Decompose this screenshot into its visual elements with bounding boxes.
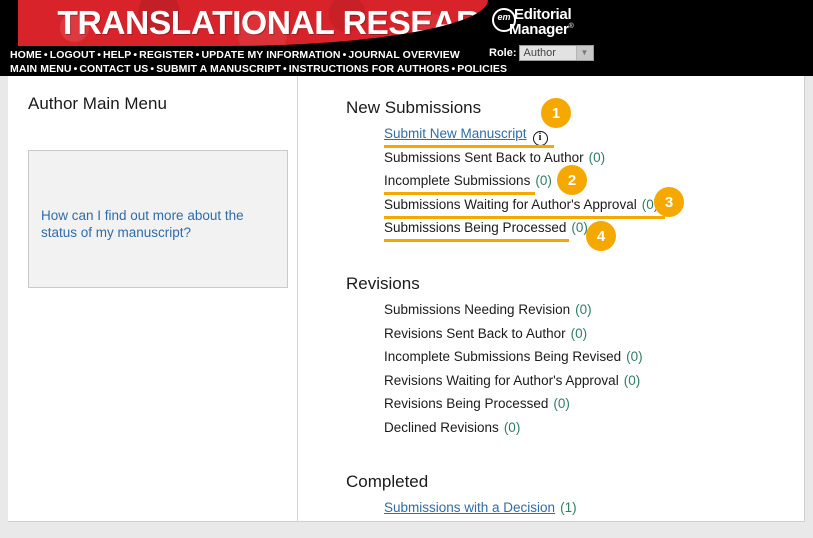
row-label: Revisions Being Processed — [384, 396, 549, 411]
submission-row-submissions-waiting-for-author-s-approval: Submissions Waiting for Author's Approva… — [384, 197, 658, 212]
row-count: (0) — [588, 149, 606, 165]
row-label: Submissions Needing Revision — [384, 302, 571, 317]
submission-row-submissions-sent-back-to-author: Submissions Sent Back to Author (0) — [384, 150, 605, 165]
row-count: (0) — [535, 173, 552, 188]
manuscript-status-help-link[interactable]: How can I find out more about the status… — [41, 207, 277, 241]
main-navigation: HOME • LOGOUT • HELP • REGISTER • UPDATE MY INFO… — [10, 48, 510, 76]
section-heading-completed: Completed — [346, 472, 429, 491]
nav-separator: • — [282, 63, 287, 75]
row-label: Submissions Sent Back to Author — [384, 149, 584, 165]
help-panel: How can I find out more about the status… — [28, 150, 288, 288]
row-label: Revisions Waiting for Author's Approval — [384, 372, 619, 388]
submission-row-revisions-being-processed: Revisions Being Processed (0) — [384, 396, 570, 411]
site-header: TRANSLATIONAL RESEARCH em Editorial Mana… — [0, 0, 813, 76]
submission-row-declined-revisions: Declined Revisions (0) — [384, 420, 520, 435]
annotation-underline — [384, 215, 665, 219]
nav-link-home[interactable]: HOME — [10, 49, 42, 61]
nav-row-secondary: MAIN MENU • CONTACT US • SUBMIT A MANUSCRIPT… — [10, 62, 510, 76]
screenshot-root: TRANSLATIONAL RESEARCH em Editorial Mana… — [0, 0, 813, 538]
nav-link-help[interactable]: HELP — [103, 49, 131, 61]
row-label[interactable]: Submit New Manuscript — [384, 126, 527, 141]
annotation-underline — [384, 145, 554, 148]
row-label: Submissions Waiting for Author's Approva… — [384, 196, 637, 212]
editorial-manager-logo: em Editorial Manager® — [492, 6, 602, 46]
nav-link-contact-us[interactable]: CONTACT US — [79, 63, 148, 75]
nav-separator: • — [97, 49, 101, 61]
row-count: (0) — [503, 419, 521, 435]
page-title: Author Main Menu — [28, 94, 167, 113]
submission-row-revisions-waiting-for-author-s-approval: Revisions Waiting for Author's Approval(… — [384, 373, 640, 388]
nav-link-main-menu[interactable]: MAIN MENU — [10, 63, 72, 75]
journal-title: TRANSLATIONAL RESEARCH — [57, 4, 488, 41]
submission-row-submissions-being-processed: Submissions Being Processed (0) — [384, 220, 588, 235]
submission-row-incomplete-submissions: Incomplete Submissions (0) — [384, 173, 552, 188]
callout-badge-4: 4 — [586, 221, 616, 251]
row-count: (0) — [575, 302, 592, 317]
nav-row-primary: HOME • LOGOUT • HELP • REGISTER • UPDATE MY INFO… — [10, 48, 510, 62]
submission-row-submit-new-manuscript[interactable]: Submit New Manuscript i — [384, 126, 548, 146]
submission-row-submissions-with-a-decision[interactable]: Submissions with a Decision (1) — [384, 500, 577, 515]
em-logo-line2-text: Manager — [509, 21, 569, 38]
nav-separator: • — [133, 49, 138, 61]
row-label: Revisions Sent Back to Author — [384, 325, 566, 341]
annotation-underline — [384, 192, 535, 195]
row-count: (0) — [553, 396, 570, 411]
chevron-down-icon[interactable]: ▼ — [577, 46, 593, 60]
nav-link-policies[interactable]: POLICIES — [457, 63, 507, 75]
row-count: (0) — [570, 325, 588, 341]
nav-link-instructions-for-authors[interactable]: INSTRUCTIONS FOR AUTHORS — [289, 63, 450, 75]
info-icon[interactable]: i — [532, 131, 548, 146]
row-count: (1) — [560, 500, 577, 515]
nav-link-update-my-information[interactable]: UPDATE MY INFORMATION — [201, 49, 340, 61]
journal-banner: TRANSLATIONAL RESEARCH — [18, 0, 488, 46]
row-count: (0) — [626, 349, 643, 364]
submission-row-revisions-sent-back-to-author: Revisions Sent Back to Author (0) — [384, 326, 587, 341]
submission-row-submissions-needing-revision: Submissions Needing Revision (0) — [384, 302, 592, 317]
row-count: (0) — [623, 372, 641, 388]
nav-link-journal-overview[interactable]: JOURNAL OVERVIEW — [348, 49, 459, 61]
row-label: Incomplete Submissions Being Revised — [384, 349, 622, 364]
nav-link-register[interactable]: REGISTER — [139, 49, 193, 61]
row-label: Declined Revisions — [384, 419, 499, 435]
sidebar: Author Main Menu How can I find out more… — [8, 76, 297, 522]
submission-row-incomplete-submissions-being-revised: Incomplete Submissions Being Revised (0) — [384, 349, 643, 364]
submissions-area: New Submissions Submit New Manuscript i Sub… — [298, 76, 805, 522]
row-label: Submissions Being Processed — [384, 220, 567, 235]
row-label: Incomplete Submissions — [384, 173, 531, 188]
role-dropdown[interactable]: Author ▼ — [518, 45, 594, 61]
em-registered-mark: ® — [568, 23, 574, 30]
role-selected-value: Author — [519, 46, 577, 60]
nav-separator: • — [43, 49, 48, 61]
callout-badge-2: 2 — [557, 165, 587, 195]
annotation-underline — [384, 239, 569, 242]
nav-link-submit-a-manuscript[interactable]: SUBMIT A MANUSCRIPT — [156, 63, 281, 75]
em-logo-line2: Manager® — [509, 21, 574, 38]
nav-link-logout[interactable]: LOGOUT — [50, 49, 96, 61]
row-label[interactable]: Submissions with a Decision — [384, 500, 555, 515]
section-heading-new-submissions: New Submissions — [346, 98, 482, 117]
callout-badge-3: 3 — [654, 187, 684, 217]
callout-badge-1: 1 — [541, 98, 571, 128]
section-heading-revisions: Revisions — [346, 274, 420, 293]
